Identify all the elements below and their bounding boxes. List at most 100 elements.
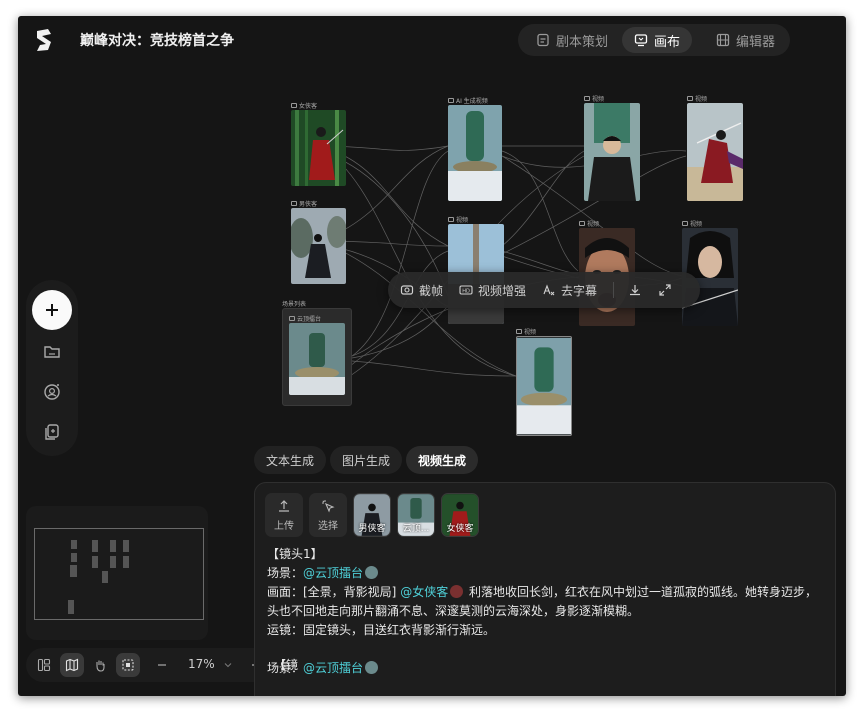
left-toolbar	[26, 280, 78, 456]
minimap-node	[110, 540, 116, 552]
reference-label: 云顶...	[402, 524, 430, 534]
reference-label: 男侠客	[358, 524, 386, 534]
reference-female-swordswoman[interactable]: 女侠客	[441, 493, 479, 537]
reference-label: 女侠客	[446, 524, 474, 534]
character-mention-tag[interactable]: @女侠客	[400, 585, 448, 599]
character-icon[interactable]	[42, 382, 62, 402]
shot-2-title: 【镜	[274, 658, 299, 672]
scene-prefix: 场景：	[267, 566, 304, 580]
empty-cloud-arena-image	[517, 337, 571, 435]
node-thumbnail	[291, 208, 346, 284]
upload-button[interactable]: 上传	[265, 493, 303, 537]
add-button[interactable]	[32, 290, 72, 330]
frame-capture-button[interactable]: 截帧	[400, 282, 443, 299]
node-thumbnail	[687, 103, 743, 201]
node-thumbnail	[448, 105, 502, 201]
reference-cloud-arena[interactable]: 云顶...	[397, 493, 435, 537]
node-thumbnail	[291, 110, 346, 186]
tab-canvas-label: 画布	[654, 34, 681, 50]
pan-tool-button[interactable]	[88, 653, 112, 677]
shot-1-frame-line: 画面：[全景，背影视局] @女侠客 利落地收回长剑，红衣在风中划过一道孤寂的弧线…	[267, 583, 827, 621]
man-before-stele-image	[584, 103, 640, 201]
select-tool-button[interactable]	[116, 653, 140, 677]
tab-video-generation[interactable]: 视频生成	[406, 446, 479, 474]
shot-2-scene-line: 场景：@云顶擂台	[267, 659, 827, 678]
video-enhance-button[interactable]: HD 视频增强	[459, 282, 526, 299]
tab-editor-label: 编辑器	[736, 34, 776, 50]
minimap-node	[70, 565, 77, 577]
frame-capture-label: 截帧	[419, 283, 444, 298]
tab-image-generation[interactable]: 图片生成	[330, 446, 403, 474]
tab-canvas[interactable]: 画布	[622, 27, 693, 53]
minimap-node	[71, 540, 77, 549]
minimap-node	[92, 556, 98, 568]
minimap-node	[71, 553, 77, 562]
image-icon	[289, 316, 295, 321]
document-icon	[537, 33, 549, 47]
minimap-viewport[interactable]	[34, 528, 204, 620]
hand-icon	[96, 660, 105, 672]
scene-list-group-box: 云顶擂台	[282, 308, 352, 406]
remove-subtitle-button[interactable]: 去字幕	[542, 282, 597, 299]
video-icon	[682, 221, 688, 226]
cloud-arena-stele-image	[289, 323, 345, 395]
minus-icon	[158, 664, 166, 666]
frame-prefix: 画面：[全景，背影视局]	[267, 585, 397, 599]
node-label: 视频	[456, 217, 469, 224]
camera-prefix: 运镜：	[267, 623, 304, 637]
scene-mention-tag[interactable]: @云顶擂台	[303, 661, 363, 675]
shot-1-title: 【镜头1】	[267, 547, 323, 561]
scene-mention-tag[interactable]: @云顶擂台	[303, 566, 363, 580]
minimap-node	[92, 540, 98, 552]
node-thumbnail	[289, 323, 345, 395]
shot-1-camera-line: 运镜：固定镜头，目送红衣背影渐行渐远。	[267, 621, 827, 640]
sword-fight-image	[687, 103, 743, 201]
tab-text-generation[interactable]: 文本生成	[254, 446, 327, 474]
duplicate-icon[interactable]	[42, 422, 62, 442]
toolbar-divider	[613, 282, 615, 298]
minimap-toggle-button[interactable]	[60, 653, 84, 677]
prompt-text-area[interactable]: 【镜头1】 场景：@云顶擂台 画面：[全景，背影视局] @女侠客 利落地收回长剑…	[267, 545, 827, 678]
remove-subtitle-label: 去字幕	[561, 283, 598, 298]
reference-male-swordsman[interactable]: 男侠客	[353, 493, 391, 537]
node-label: AI 生成视频	[456, 98, 488, 105]
pointer-click-icon	[322, 499, 335, 513]
video-enhance-label: 视频增强	[478, 283, 527, 298]
scene-avatar	[365, 566, 379, 579]
frame-capture-icon	[400, 285, 414, 295]
video-icon	[579, 221, 585, 226]
select-button[interactable]: 选择	[309, 493, 347, 537]
node-label: 视频	[587, 221, 600, 228]
video-icon	[687, 96, 693, 101]
layout-button[interactable]	[32, 653, 56, 677]
download-button[interactable]	[628, 283, 642, 297]
minimap-node	[123, 540, 129, 552]
minimap-node	[110, 556, 116, 568]
canvas-icon	[634, 34, 648, 47]
node-label: 男侠客	[299, 201, 318, 208]
man-in-black-mist-image	[291, 208, 346, 284]
project-title: 巅峰对决：竞技榜首之争	[80, 33, 234, 49]
node-thumbnail	[584, 103, 640, 201]
stele-on-clouds-image	[448, 105, 502, 201]
image-icon	[291, 103, 297, 108]
expand-button[interactable]	[658, 283, 672, 297]
download-icon	[630, 285, 641, 296]
zoom-out-button[interactable]	[150, 653, 174, 677]
zoom-dropdown[interactable]	[220, 653, 236, 677]
folder-icon[interactable]	[42, 342, 62, 362]
chevron-down-icon	[224, 663, 232, 668]
minimap[interactable]	[26, 506, 208, 640]
node-label: 视频	[592, 96, 605, 103]
character-avatar	[450, 585, 464, 598]
tab-editor[interactable]: 编辑器	[704, 27, 787, 53]
scene-avatar	[365, 661, 379, 674]
minimap-node	[123, 556, 129, 568]
tab-script[interactable]: 剧本策划	[524, 27, 620, 53]
image-icon	[291, 201, 297, 206]
shot-1-scene-line: 场景：@云顶擂台	[267, 564, 827, 583]
node-label: 视频	[695, 96, 708, 103]
video-icon	[584, 96, 590, 101]
select-icon	[122, 659, 134, 671]
film-icon	[716, 33, 730, 47]
